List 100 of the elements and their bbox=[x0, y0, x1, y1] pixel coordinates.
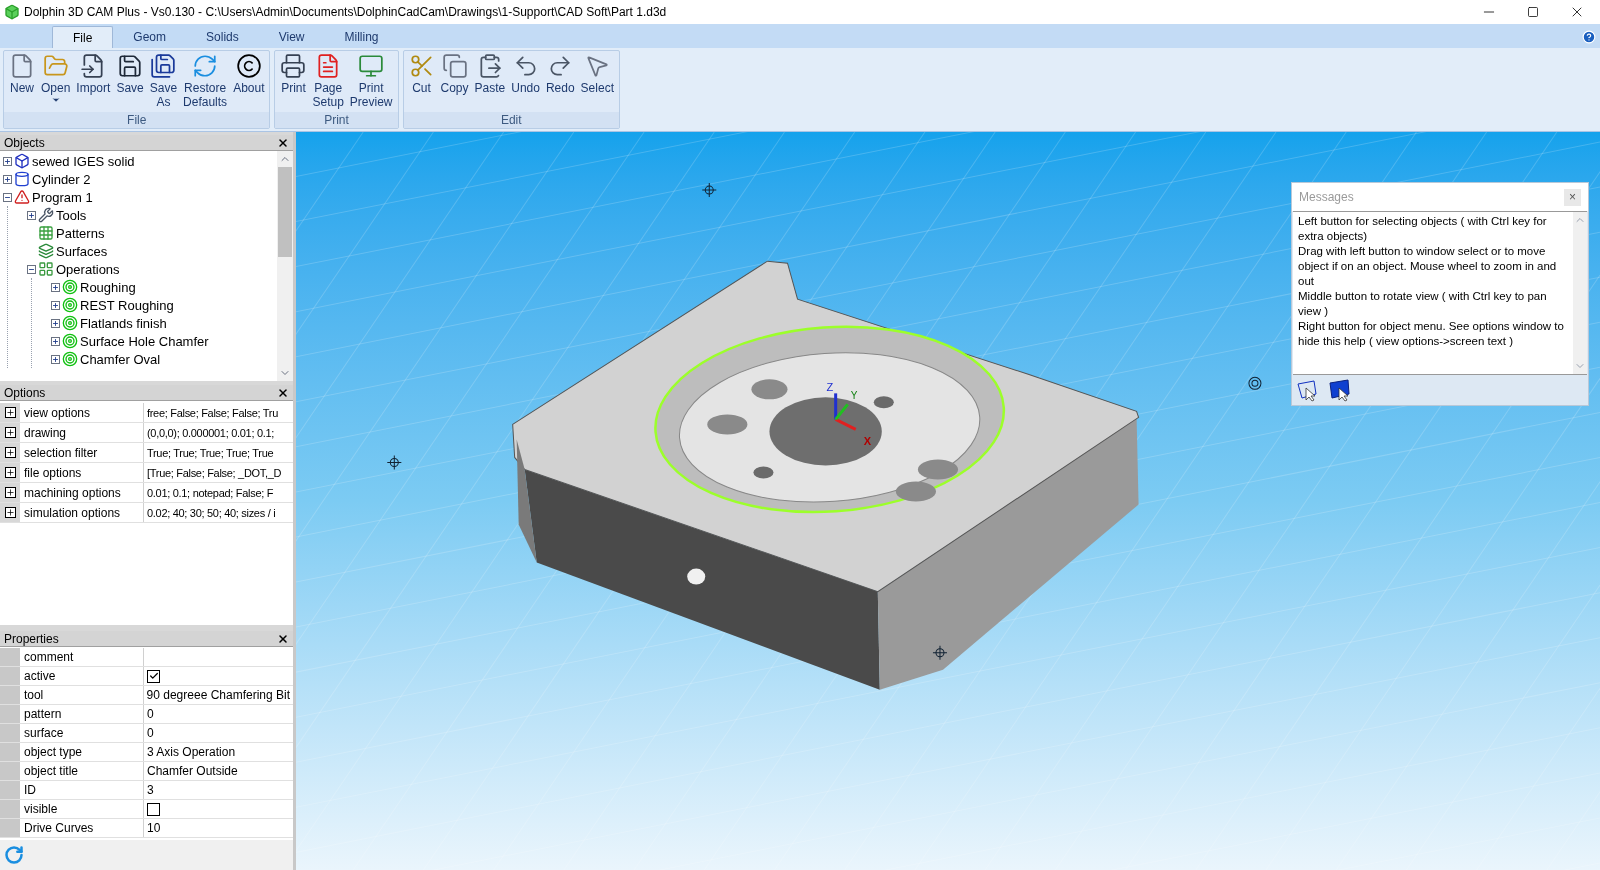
option-value[interactable]: 0.01; 0.1; notepad; False; F bbox=[144, 483, 293, 502]
expand-toggle[interactable] bbox=[4, 427, 16, 438]
option-value[interactable]: (0,0,0); 0.000001; 0.01; 0.1; bbox=[144, 423, 293, 442]
tree-item[interactable]: REST Roughing bbox=[80, 298, 174, 312]
row-header bbox=[0, 743, 20, 761]
tree-item[interactable]: Chamfer Oval bbox=[80, 352, 161, 366]
expander-toggle[interactable] bbox=[50, 282, 60, 292]
close-icon[interactable] bbox=[277, 386, 289, 399]
ribbon-button[interactable]: Undo bbox=[508, 53, 543, 112]
expand-toggle[interactable] bbox=[4, 467, 16, 478]
ribbon-button[interactable]: Print bbox=[277, 53, 310, 112]
refresh-icon[interactable] bbox=[4, 845, 24, 865]
plus-icon bbox=[5, 488, 15, 497]
ribbon-button[interactable]: Import bbox=[73, 53, 114, 112]
ribbon-button[interactable]: About bbox=[230, 53, 268, 112]
property-value[interactable]: Chamfer Outside bbox=[147, 762, 238, 780]
expand-toggle[interactable] bbox=[4, 487, 16, 498]
message-text: Right button for object menu. See options window to hide this help ( view options->screen text ) bbox=[1298, 319, 1565, 349]
ribbon-button[interactable]: Page Setup bbox=[309, 53, 347, 112]
checkbox[interactable] bbox=[147, 802, 160, 816]
ribbon-group-label: Print bbox=[275, 112, 398, 128]
option-value[interactable]: free; False; False; False; Tru bbox=[144, 403, 293, 422]
ribbon-tab[interactable]: View bbox=[258, 26, 325, 48]
ribbon-tab[interactable]: Milling bbox=[324, 26, 399, 48]
expander-toggle[interactable] bbox=[50, 354, 60, 364]
expander-toggle[interactable] bbox=[2, 174, 12, 184]
row-header bbox=[0, 781, 20, 799]
ribbon-tab[interactable]: Geom bbox=[113, 26, 187, 48]
plus-icon bbox=[3, 157, 11, 165]
target-icon bbox=[62, 297, 78, 313]
expand-toggle[interactable] bbox=[4, 507, 16, 518]
close-icon[interactable] bbox=[277, 136, 289, 149]
tree-item[interactable]: Operations bbox=[56, 262, 120, 276]
close-icon[interactable] bbox=[277, 632, 289, 645]
ribbon-button[interactable]: Save bbox=[113, 53, 147, 112]
ribbon-button[interactable]: Select bbox=[577, 53, 617, 112]
tree-item[interactable]: Tools bbox=[56, 208, 87, 222]
ribbon-button[interactable]: New bbox=[6, 53, 38, 112]
ribbon-button[interactable]: Cut bbox=[405, 53, 438, 112]
axis-label: X bbox=[863, 435, 872, 448]
property-value[interactable]: 10 bbox=[147, 819, 161, 837]
tree-item[interactable]: Cylinder 2 bbox=[32, 172, 91, 186]
tree-item[interactable]: Roughing bbox=[80, 280, 136, 294]
option-value[interactable]: True; True; True; True; True bbox=[144, 443, 293, 462]
cylinder-icon bbox=[14, 171, 30, 187]
expander-toggle[interactable] bbox=[50, 300, 60, 310]
option-value[interactable]: [True; False; False; _DOT,_D bbox=[144, 463, 293, 482]
plus-icon bbox=[5, 408, 15, 417]
property-value[interactable]: 90 degreee Chamfering Bit bbox=[146, 686, 290, 704]
expander-toggle[interactable] bbox=[26, 210, 36, 220]
tree-item[interactable]: Surfaces bbox=[56, 244, 108, 258]
crosshair-icon bbox=[701, 182, 717, 198]
expand-toggle[interactable] bbox=[4, 407, 16, 418]
ribbon-button[interactable]: Redo bbox=[542, 53, 578, 112]
check-icon bbox=[148, 671, 159, 681]
panel-title: Objects bbox=[4, 136, 45, 149]
tools-icon bbox=[38, 207, 54, 223]
plus-icon bbox=[5, 508, 15, 517]
checkbox[interactable] bbox=[147, 669, 160, 683]
expander-toggle[interactable] bbox=[2, 192, 12, 202]
expander-toggle[interactable] bbox=[26, 264, 36, 274]
tree-item[interactable]: sewed IGES solid bbox=[32, 154, 135, 168]
expander-toggle[interactable] bbox=[50, 336, 60, 346]
plus-icon bbox=[3, 175, 11, 183]
ribbon-button[interactable]: Open bbox=[38, 53, 74, 112]
ribbon-button[interactable]: Restore Defaults bbox=[180, 53, 231, 112]
scrollbar[interactable] bbox=[277, 151, 293, 381]
property-value[interactable]: 3 Axis Operation bbox=[147, 743, 236, 761]
ribbon-tab[interactable]: File bbox=[52, 26, 114, 48]
row-header bbox=[0, 800, 20, 818]
printer-icon bbox=[280, 53, 307, 79]
ribbon-button[interactable]: Paste bbox=[471, 53, 509, 112]
ribbon-button[interactable]: Save As bbox=[146, 53, 181, 112]
expander-toggle[interactable] bbox=[2, 156, 12, 166]
window-select-icon[interactable] bbox=[1296, 378, 1320, 402]
tree-item[interactable]: Surface Hole Chamfer bbox=[80, 334, 209, 348]
3d-viewport[interactable] bbox=[296, 132, 1600, 870]
ribbon-button[interactable]: Copy bbox=[437, 53, 472, 112]
property-name: tool bbox=[19, 686, 144, 704]
row-header bbox=[0, 819, 20, 837]
plus-icon bbox=[5, 468, 15, 477]
expand-toggle[interactable] bbox=[4, 447, 16, 458]
expander-toggle[interactable] bbox=[50, 318, 60, 328]
ribbon-tab[interactable]: Solids bbox=[186, 26, 259, 48]
property-name: active bbox=[20, 667, 144, 685]
property-value[interactable]: 0 bbox=[147, 705, 154, 723]
close-button[interactable]: × bbox=[1564, 188, 1581, 206]
tree-item[interactable]: Patterns bbox=[56, 226, 105, 240]
property-name: comment bbox=[20, 648, 144, 666]
help-icon[interactable] bbox=[1582, 30, 1596, 44]
restore-icon[interactable] bbox=[1527, 6, 1539, 18]
ribbon-button[interactable]: Print Preview bbox=[346, 53, 396, 112]
option-name: machining options bbox=[20, 483, 144, 502]
option-value[interactable]: 0.02; 40; 30; 50; 40; sizes / i bbox=[144, 503, 293, 522]
property-value[interactable]: 3 bbox=[147, 781, 154, 799]
tree-item[interactable]: Program 1 bbox=[32, 190, 93, 204]
select-mode-icon[interactable] bbox=[1328, 378, 1352, 402]
property-value[interactable]: 0 bbox=[147, 724, 154, 742]
tree-item[interactable]: Flatlands finish bbox=[80, 316, 167, 330]
scrollbar-thumb[interactable] bbox=[278, 167, 292, 257]
